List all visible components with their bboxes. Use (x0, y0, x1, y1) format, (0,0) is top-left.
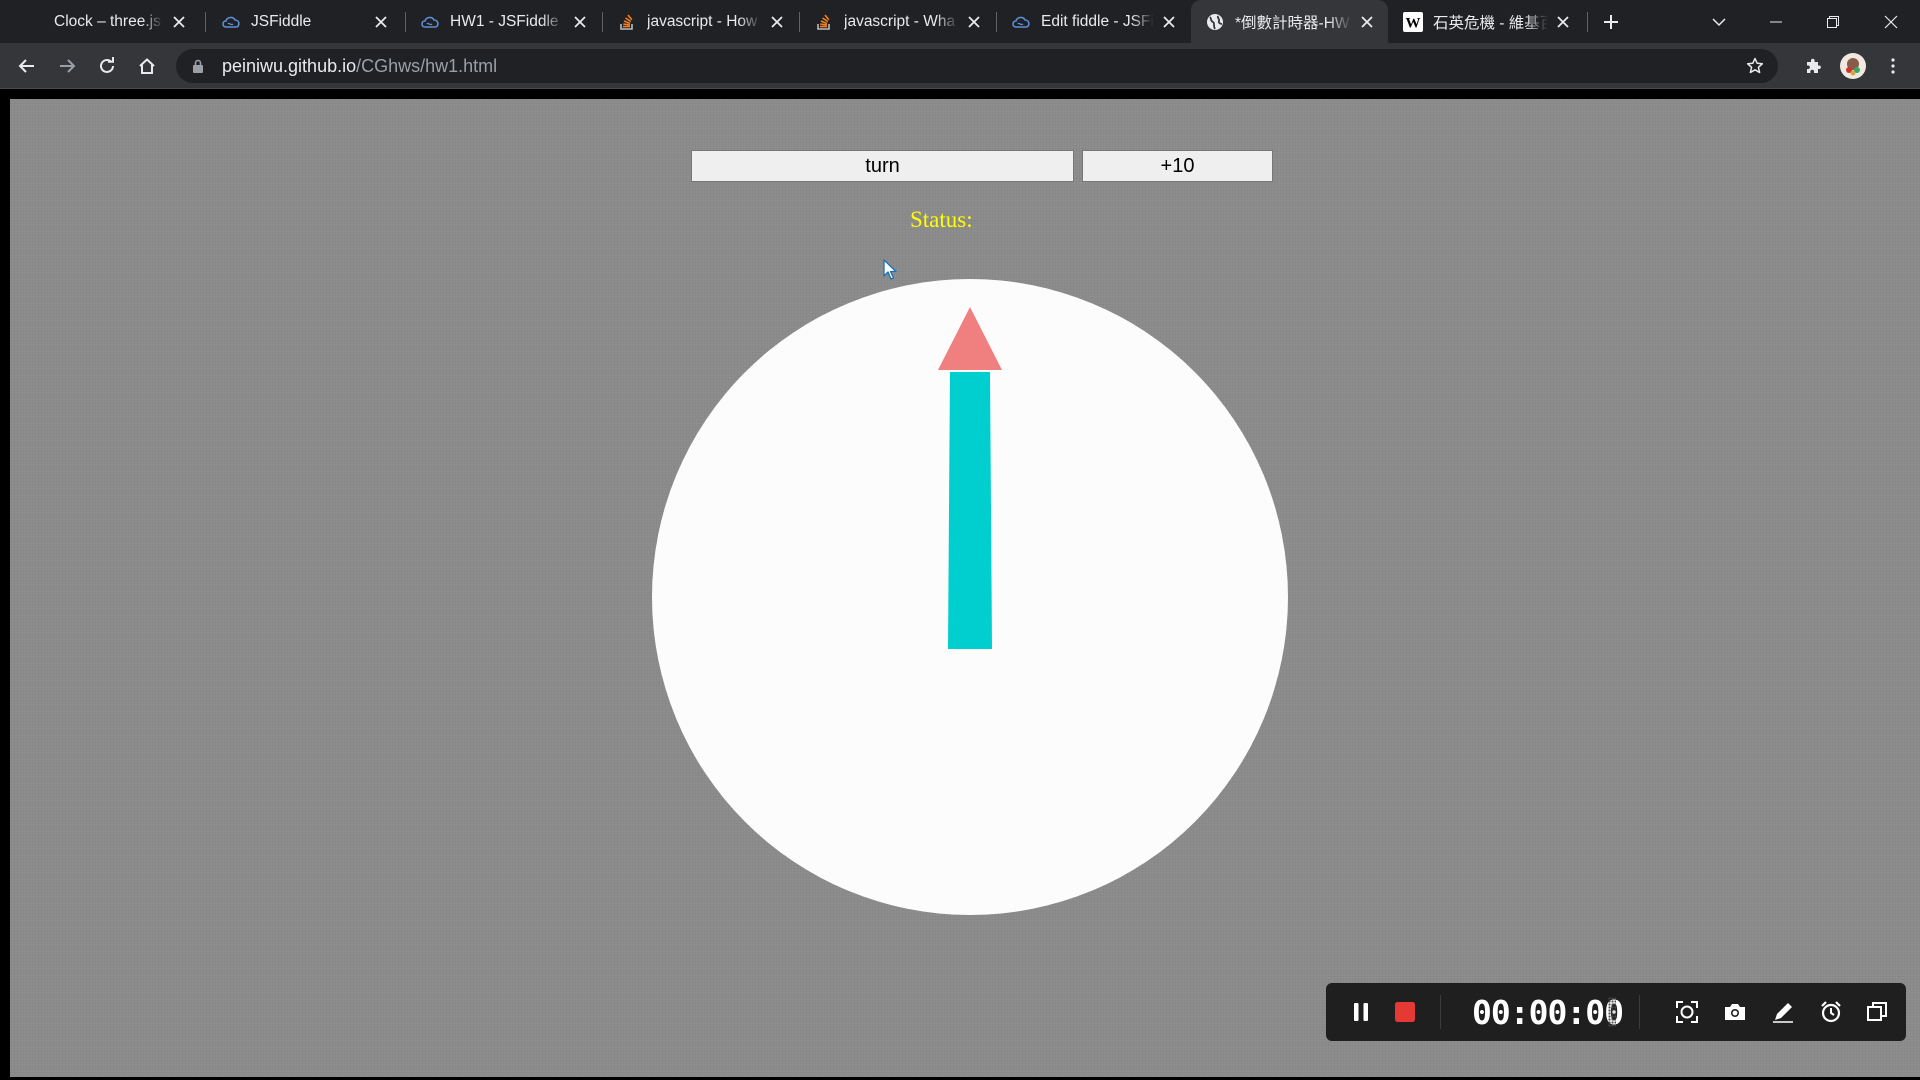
jsfiddle-icon (221, 12, 241, 32)
address-bar[interactable]: peiniwu.github.io/CGhws/hw1.html (176, 49, 1778, 83)
svg-text:W: W (1406, 15, 1421, 31)
window-icon (1867, 1002, 1887, 1021)
page-viewport: turn +10 Status: (0, 89, 1920, 1080)
close-icon[interactable] (766, 11, 788, 33)
tab-clock-threejs[interactable]: Clock – three.js c (40, 0, 200, 43)
tab-strip: Clock – three.js c JSFiddle HW1 - JSFidd… (0, 0, 1920, 43)
home-icon (139, 58, 155, 74)
page-body: turn +10 Status: (10, 99, 1920, 1077)
kebab-menu-icon (1891, 58, 1895, 74)
home-button[interactable] (130, 49, 164, 83)
recorder-divider (1639, 995, 1640, 1029)
browser-menu-button[interactable] (1876, 49, 1910, 83)
tab-quartz-crisis-wikipedia[interactable]: W 石英危機 - 維基百 (1389, 0, 1584, 43)
globe-icon (1205, 12, 1225, 32)
extensions-button[interactable] (1796, 49, 1830, 83)
jsfiddle-icon (1011, 12, 1031, 32)
countdown-dial[interactable] (650, 277, 1290, 917)
chevron-down-icon (1712, 17, 1726, 26)
tab-javascript-what[interactable]: javascript - Wha (800, 0, 995, 43)
reload-icon (100, 57, 114, 73)
plus-icon (1604, 14, 1618, 29)
close-icon[interactable] (1158, 11, 1180, 33)
pause-button[interactable] (1346, 997, 1376, 1027)
jsfiddle-icon (420, 12, 440, 32)
draw-button[interactable] (1768, 997, 1798, 1027)
alarm-clock-icon (1821, 1001, 1841, 1023)
back-button[interactable] (10, 49, 44, 83)
tab-edit-fiddle[interactable]: Edit fiddle - JSFi (997, 0, 1190, 43)
close-window-button[interactable] (1866, 0, 1916, 43)
region-capture-button[interactable] (1672, 997, 1702, 1027)
url-path: /CGhws/hw1.html (356, 55, 498, 76)
lock-icon[interactable] (190, 58, 206, 74)
puzzle-icon (1807, 58, 1821, 73)
status-label: Status: (910, 207, 973, 232)
region-capture-icon (1676, 1001, 1698, 1023)
tab-separator (1587, 12, 1588, 32)
minimize-icon (1770, 21, 1782, 22)
stackoverflow-icon (617, 12, 637, 32)
url-text[interactable]: peiniwu.github.io/CGhws/hw1.html (222, 56, 497, 77)
new-tab-button[interactable] (1596, 0, 1626, 43)
camera-icon (1725, 1004, 1745, 1020)
close-icon[interactable] (1552, 11, 1574, 33)
tab-title: javascript - Wha (844, 12, 956, 30)
schedule-button[interactable] (1816, 997, 1846, 1027)
tab-javascript-how[interactable]: javascript - How (603, 0, 798, 43)
wikipedia-icon: W (1403, 11, 1423, 32)
tab-title: javascript - How (647, 12, 758, 30)
close-icon (1884, 15, 1898, 28)
tab-search-button[interactable] (1704, 0, 1734, 43)
recorder-divider (1440, 995, 1441, 1029)
tab-countdown-timer-hw[interactable]: *倒數計時器-HW (1191, 0, 1388, 43)
bookmark-star-icon[interactable] (1740, 51, 1770, 81)
pen-icon (1773, 1003, 1793, 1023)
tab-title: *倒數計時器-HW (1235, 14, 1350, 32)
arrow-left-icon (18, 59, 34, 73)
stackoverflow-icon (814, 12, 834, 32)
profile-avatar[interactable] (1836, 49, 1870, 83)
restore-icon (1827, 15, 1839, 28)
needle-body (948, 372, 992, 649)
pause-icon (1354, 1003, 1368, 1021)
mouse-cursor-icon (883, 259, 897, 280)
arrow-right-icon (60, 59, 76, 73)
restore-button[interactable] (1808, 0, 1858, 43)
close-icon[interactable] (569, 11, 591, 33)
screen-recorder-bar: 00:00:00 (1326, 983, 1906, 1041)
close-icon[interactable] (370, 11, 392, 33)
close-icon[interactable] (168, 11, 190, 33)
forward-button[interactable] (50, 49, 84, 83)
url-host: peiniwu.github.io (222, 55, 357, 76)
tab-separator (205, 12, 206, 32)
tab-title: HW1 - JSFiddle (450, 12, 559, 30)
drag-handle[interactable] (1608, 997, 1616, 1027)
minimize-button[interactable] (1751, 0, 1801, 43)
tab-title: Clock – three.js c (54, 12, 164, 30)
screenshot-button[interactable] (1720, 997, 1750, 1027)
close-icon[interactable] (1356, 11, 1378, 33)
tab-title: 石英危機 - 維基百 (1433, 14, 1548, 32)
stop-icon (1395, 1002, 1415, 1022)
minimize-recorder-button[interactable] (1862, 997, 1892, 1027)
tab-title: Edit fiddle - JSFi (1041, 12, 1154, 30)
tab-hw1-jsfiddle[interactable]: HW1 - JSFiddle (406, 0, 601, 43)
tab-jsfiddle[interactable]: JSFiddle (207, 0, 402, 43)
turn-button[interactable]: turn (691, 150, 1074, 182)
reload-button[interactable] (90, 49, 124, 83)
browser-toolbar: peiniwu.github.io/CGhws/hw1.html (0, 43, 1920, 88)
tab-title: JSFiddle (251, 12, 312, 30)
close-icon[interactable] (963, 11, 985, 33)
stop-record-button[interactable] (1390, 997, 1420, 1027)
plus-ten-button[interactable]: +10 (1082, 150, 1273, 182)
recording-timer: 00:00:00 (1472, 992, 1624, 1032)
avatar (1840, 53, 1866, 79)
status-line: Status: (910, 207, 1070, 233)
